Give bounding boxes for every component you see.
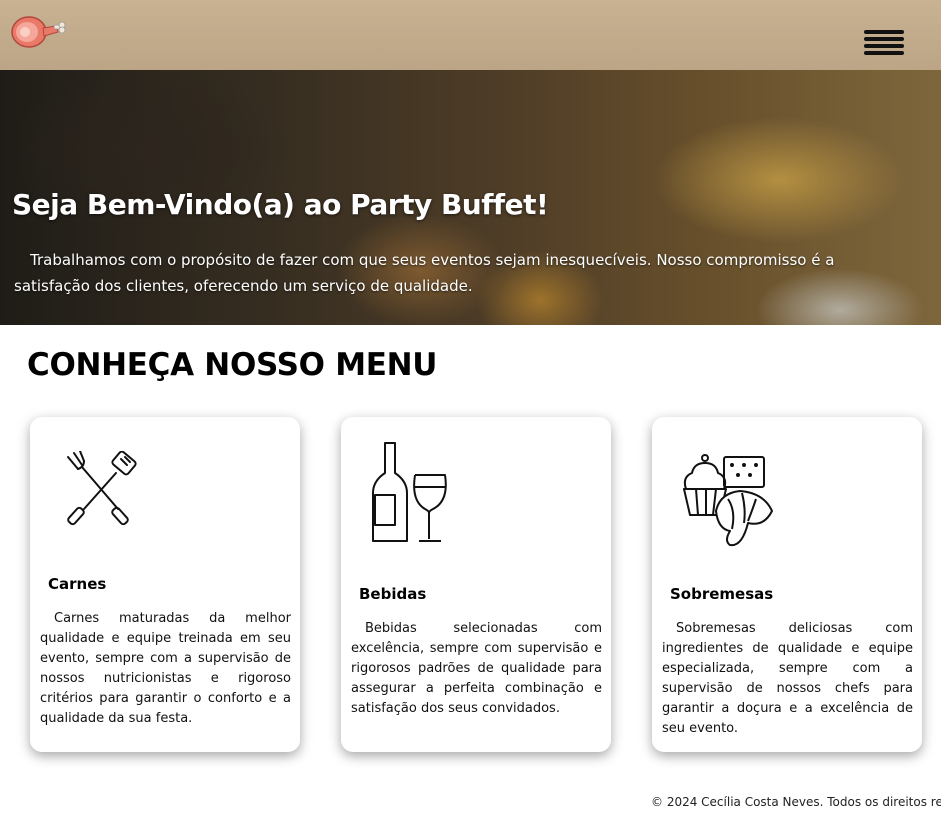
ham-leg-icon[interactable] [10,12,66,50]
menu-section-title: CONHEÇA NOSSO MENU [27,347,438,383]
site-header [0,0,941,70]
card-text: Sobremesas deliciosas com ingredientes d… [662,621,913,736]
desserts-icon [683,454,773,547]
card-title: Carnes [48,575,107,593]
menu-card-carnes: Carnes Carnes maturadas da melhor qualid… [30,417,300,752]
hamburger-menu-icon[interactable] [864,28,906,60]
card-text: Bebidas selecionadas com excelência, sem… [351,621,602,716]
card-title: Bebidas [359,585,427,603]
card-text: Carnes maturadas da melhor qualidade e e… [40,611,291,726]
grill-tools-icon [67,451,137,526]
wine-bottle-glass-icon [372,442,447,542]
footer-copyright: © 2024 Cecília Costa Neves. Todos os dir… [651,795,941,809]
menu-card-bebidas: Bebidas Bebidas selecionadas com excelên… [341,417,611,752]
card-title: Sobremesas [670,585,774,603]
hero-title: Seja Bem-Vindo(a) ao Party Buffet! [12,188,549,221]
menu-card-sobremesas: Sobremesas Sobremesas deliciosas com ing… [652,417,922,752]
hero-text: Trabalhamos com o propósito de fazer com… [14,251,835,295]
